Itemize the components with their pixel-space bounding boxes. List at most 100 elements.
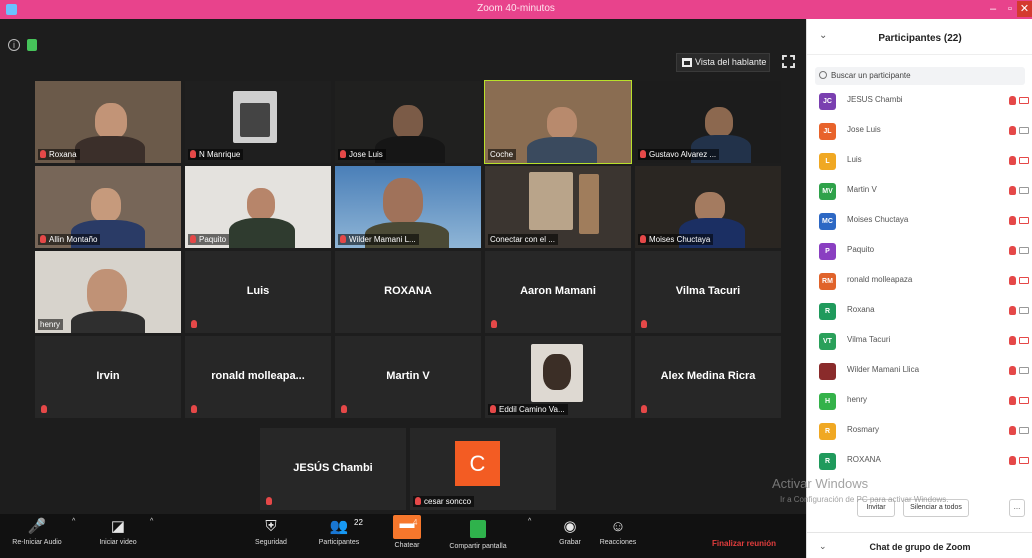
share-options-chevron-icon[interactable]: ^ <box>528 518 531 525</box>
participant-row[interactable]: VT Vilma Tacuri <box>807 325 1032 355</box>
participant-row[interactable]: P Paquito <box>807 235 1032 265</box>
start-video-button[interactable]: ◪ Iniciar video <box>92 518 144 546</box>
participant-row[interactable]: R Rosmary <box>807 415 1032 445</box>
participant-row[interactable]: JC JESUS Chambi <box>807 85 1032 115</box>
mic-muted-icon[interactable] <box>1009 396 1016 405</box>
participant-row[interactable]: R Roxana <box>807 295 1032 325</box>
camera-icon[interactable] <box>1019 97 1029 104</box>
video-tile[interactable]: henry <box>35 251 181 333</box>
video-tile[interactable]: ronald molleapa... <box>185 336 331 418</box>
camera-icon[interactable] <box>1019 247 1029 254</box>
participant-row[interactable]: MC Moises Chuctaya <box>807 205 1032 235</box>
camera-icon[interactable] <box>1019 277 1029 284</box>
maximize-icon[interactable]: ▫ <box>1002 1 1018 17</box>
video-tile[interactable]: Irvin <box>35 336 181 418</box>
video-tile[interactable]: ROXANA <box>335 251 481 333</box>
info-icon[interactable]: i <box>8 39 20 51</box>
video-tile[interactable]: Paquito <box>185 166 331 248</box>
mic-muted-icon[interactable] <box>1009 186 1016 195</box>
participant-avatar: L <box>819 153 836 170</box>
mic-muted-icon[interactable] <box>1009 336 1016 345</box>
mic-muted-icon[interactable] <box>1009 276 1016 285</box>
camera-icon[interactable] <box>1019 127 1029 134</box>
mic-muted-icon[interactable] <box>1009 246 1016 255</box>
video-tile[interactable]: Aaron Mamani <box>485 251 631 333</box>
chat-button[interactable]: ▬ Chatear <box>390 515 424 549</box>
participant-row[interactable]: Wilder Mamani Llica <box>807 355 1032 385</box>
participant-row[interactable]: RM ronald molleapaza <box>807 265 1032 295</box>
camera-icon[interactable] <box>1019 187 1029 194</box>
participant-row[interactable]: R ROXANA <box>807 445 1032 475</box>
end-meeting-button[interactable]: Finalizar reunión <box>712 539 776 548</box>
video-tile[interactable]: Luis <box>185 251 331 333</box>
participant-row[interactable]: Hhenry <box>807 385 1032 415</box>
participant-name-label: Moises Chuctaya <box>638 234 714 245</box>
audio-options-chevron-icon[interactable]: ^ <box>72 518 75 525</box>
participant-name: Martin V <box>847 185 877 194</box>
video-tile-active-speaker[interactable]: Coche <box>484 80 632 164</box>
video-tile[interactable]: Vilma Tacuri <box>635 251 781 333</box>
video-gallery: i Vista del hablante Roxana N Manrique J… <box>0 19 806 540</box>
camera-icon[interactable] <box>1019 307 1029 314</box>
video-options-chevron-icon[interactable]: ^ <box>150 518 153 525</box>
video-tile[interactable]: Alex Medina Ricra <box>635 336 781 418</box>
participant-name: Martin V <box>386 370 430 382</box>
camera-icon[interactable] <box>1019 397 1029 404</box>
mic-muted-icon[interactable] <box>1009 426 1016 435</box>
mic-muted-icon[interactable] <box>1009 156 1016 165</box>
share-screen-button[interactable]: Compartir pantalla <box>446 518 510 550</box>
participant-row[interactable]: MV Martin V <box>807 175 1032 205</box>
zoom-group-chat-bar[interactable]: ⌄ Chat de grupo de Zoom <box>807 532 1032 558</box>
participants-count: 22 <box>354 518 363 527</box>
participant-avatar: R <box>819 423 836 440</box>
participant-name: Irvin <box>96 370 120 382</box>
video-tile[interactable]: N Manrique <box>185 81 331 163</box>
invite-button[interactable]: Invitar <box>857 499 895 517</box>
camera-icon[interactable] <box>1019 217 1029 224</box>
mic-muted-icon[interactable] <box>1009 126 1016 135</box>
more-options-button[interactable]: ... <box>1009 499 1025 517</box>
video-tile[interactable]: Martin V <box>335 336 481 418</box>
group-chat-title: Chat de grupo de Zoom <box>869 542 971 552</box>
participant-search-input[interactable]: Buscar un participante <box>815 67 1025 85</box>
restart-audio-button[interactable]: 🎤 Re-Iniciar Audio <box>8 518 66 546</box>
mic-muted-icon[interactable] <box>1009 216 1016 225</box>
record-button[interactable]: ◉ Grabar <box>552 518 588 546</box>
mic-muted-icon[interactable] <box>1009 306 1016 315</box>
shield-lock-icon[interactable] <box>27 39 37 51</box>
video-tile[interactable]: C cesar soncco <box>410 428 556 510</box>
mic-muted-icon[interactable] <box>1009 96 1016 105</box>
video-tile[interactable]: Moises Chuctaya <box>635 166 781 248</box>
mic-muted-icon <box>41 405 47 413</box>
mic-muted-icon[interactable] <box>1009 456 1016 465</box>
close-icon[interactable]: ✕ <box>1017 1 1032 17</box>
speaker-view-icon <box>682 58 692 67</box>
camera-icon[interactable] <box>1019 457 1029 464</box>
mic-muted-icon <box>490 405 496 413</box>
video-tile[interactable]: Jose Luis <box>335 81 481 163</box>
video-tile[interactable]: Wilder Mamani L... <box>335 166 481 248</box>
security-button[interactable]: ⛨ Seguridad <box>246 518 296 546</box>
camera-icon[interactable] <box>1019 157 1029 164</box>
video-tile[interactable]: Eddil Camino Va... <box>485 336 631 418</box>
mic-muted-icon[interactable] <box>1009 366 1016 375</box>
camera-icon[interactable] <box>1019 427 1029 434</box>
participant-row[interactable]: JL Jose Luis <box>807 115 1032 145</box>
mute-all-button[interactable]: Silenciar a todos <box>903 499 969 517</box>
video-tile[interactable]: Allin Montaño <box>35 166 181 248</box>
participant-name: ROXANA <box>384 285 432 297</box>
camera-icon[interactable] <box>1019 337 1029 344</box>
fullscreen-icon[interactable] <box>782 55 795 68</box>
camera-icon[interactable] <box>1019 367 1029 374</box>
participant-name: JESÚS Chambi <box>293 462 373 474</box>
speaker-view-button[interactable]: Vista del hablante <box>676 53 770 72</box>
minimize-icon[interactable]: – <box>985 1 1001 17</box>
video-tile[interactable]: Gustavo Alvarez ... <box>635 81 781 163</box>
video-tile[interactable]: Conectar con el ... <box>485 166 631 248</box>
participant-row[interactable]: L Luis <box>807 145 1032 175</box>
reactions-button[interactable]: ☺ Reacciones <box>596 518 640 546</box>
video-tile[interactable]: JESÚS Chambi <box>260 428 406 510</box>
video-tile[interactable]: Roxana <box>35 81 181 163</box>
speaker-view-label: Vista del hablante <box>695 57 767 67</box>
participant-avatar: MC <box>819 213 836 230</box>
